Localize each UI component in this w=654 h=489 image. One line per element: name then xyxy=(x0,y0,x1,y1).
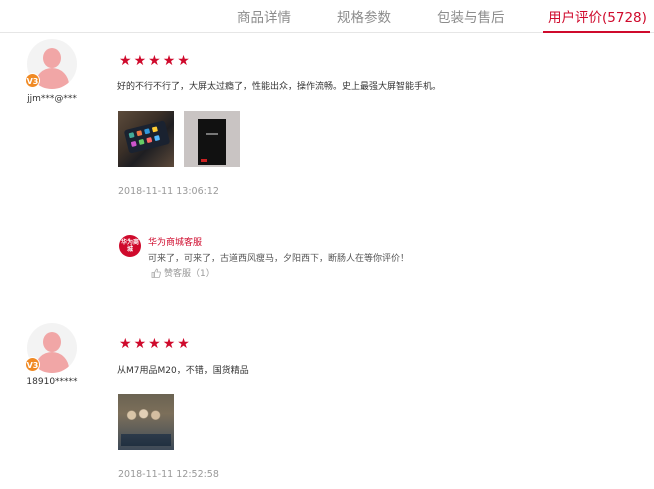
star-icon: ★ xyxy=(162,53,176,69)
thumbs-up-icon xyxy=(151,268,161,278)
star-icon: ★ xyxy=(148,53,161,69)
tab-specifications[interactable]: 规格参数 xyxy=(337,6,391,26)
star-icon: ★ xyxy=(133,53,147,69)
review-text: 好的不行不行了，大屏太过瘾了，性能出众，操作流畅。史上最强大屏智能手机。 xyxy=(117,82,442,92)
star-icon: ★ xyxy=(133,336,147,352)
reply-text: 可来了，可来了，古道西风瘦马，夕阳西下，断肠人在等你评价！ xyxy=(148,254,410,264)
star-icon: ★ xyxy=(177,336,190,352)
star-icon: ★ xyxy=(177,53,190,69)
reply-author: 华为商城客服 xyxy=(148,238,203,248)
rating-stars: ★ ★ ★ ★ ★ xyxy=(119,337,190,351)
star-icon: ★ xyxy=(162,336,176,352)
vip-badge: V3 xyxy=(25,357,40,372)
user-avatar: V3 xyxy=(25,39,77,89)
star-icon: ★ xyxy=(119,336,132,352)
tab-product-details[interactable]: 商品详情 xyxy=(237,6,291,26)
user-avatar: V3 xyxy=(25,323,77,373)
product-tabs: 商品详情 规格参数 包装与售后 用户评价(5728) xyxy=(0,0,654,33)
star-icon: ★ xyxy=(119,53,132,69)
like-reply-button[interactable]: 赞客服（1） xyxy=(151,266,215,279)
review-username: jjm***@*** xyxy=(27,94,77,104)
store-logo: 华为商城 xyxy=(119,235,141,257)
review-photo-box[interactable] xyxy=(184,111,240,167)
vip-badge: V3 xyxy=(25,73,40,88)
review-date: 2018-11-11 12:52:58 xyxy=(118,469,219,480)
review-photo-phone[interactable] xyxy=(118,111,174,167)
tab-user-reviews[interactable]: 用户评价(5728) xyxy=(543,6,650,33)
like-label: 赞客服（1） xyxy=(164,269,215,279)
review-photo-group[interactable] xyxy=(118,394,174,450)
review-username: 18910***** xyxy=(26,377,78,387)
review-text: 从M7用品M20，不错，国货精品 xyxy=(117,366,249,376)
tab-packaging-service[interactable]: 包装与售后 xyxy=(437,6,505,26)
rating-stars: ★ ★ ★ ★ ★ xyxy=(119,54,190,68)
star-icon: ★ xyxy=(148,336,161,352)
review-date: 2018-11-11 13:06:12 xyxy=(118,186,219,197)
